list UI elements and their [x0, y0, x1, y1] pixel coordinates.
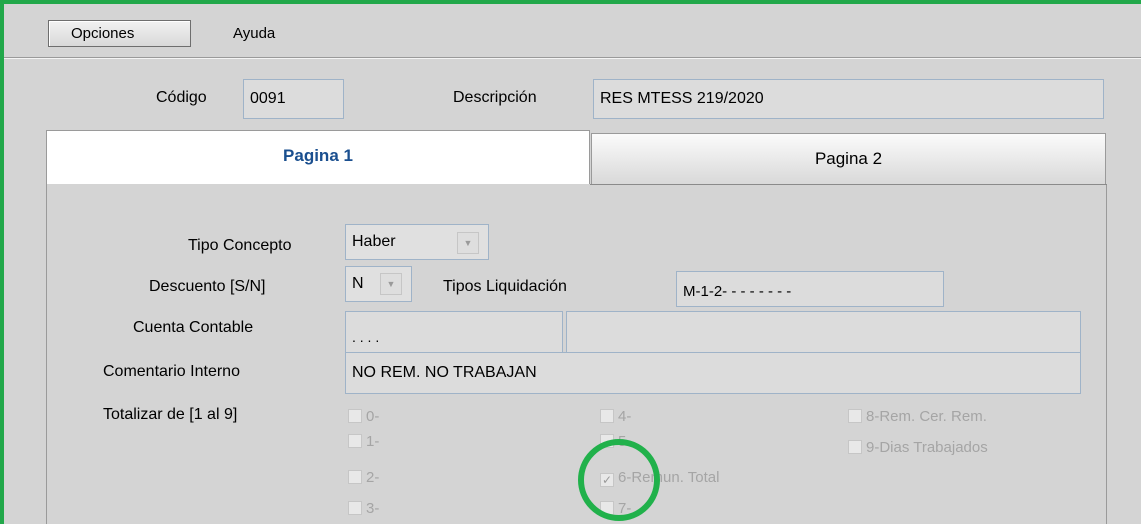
menu-ayuda[interactable]: Ayuda: [233, 20, 275, 47]
tipo-concepto-label: Tipo Concepto: [188, 237, 292, 254]
checkbox-box[interactable]: [348, 434, 362, 448]
cuenta-contable-label: Cuenta Contable: [133, 319, 254, 336]
annotation-border-top: [0, 0, 1141, 4]
tab-pagina-1-label: Pagina 1: [283, 146, 353, 165]
checkbox-label: 3-: [366, 500, 380, 517]
descripcion-label: Descripción: [453, 89, 537, 106]
checkbox-4[interactable]: 4-: [600, 408, 631, 428]
checkbox-box[interactable]: [848, 440, 862, 454]
tab-pagina-1[interactable]: Pagina 1: [46, 130, 590, 184]
annotation-circle: [578, 439, 660, 521]
comentario-interno-field[interactable]: NO REM. NO TRABAJAN: [345, 352, 1081, 394]
descuento-value: N: [352, 275, 364, 292]
checkbox-label: 1-: [366, 433, 380, 450]
descripcion-field[interactable]: RES MTESS 219/2020: [593, 79, 1104, 119]
comentario-interno-label: Comentario Interno: [103, 363, 240, 380]
cuenta-contable-field[interactable]: . . . .: [345, 311, 563, 353]
chevron-down-icon[interactable]: ▼: [457, 232, 479, 254]
codigo-field[interactable]: 0091: [243, 79, 344, 119]
annotation-border-left: [0, 0, 4, 524]
checkbox-box[interactable]: [600, 409, 614, 423]
cuenta-contable-descripcion-field[interactable]: [566, 311, 1081, 353]
menu-ayuda-label: Ayuda: [233, 25, 276, 42]
checkbox-label: 0-: [366, 408, 380, 425]
menu-opciones[interactable]: Opciones: [48, 20, 191, 47]
checkbox-0[interactable]: 0-: [348, 408, 379, 428]
checkbox-2[interactable]: 2-: [348, 469, 379, 489]
checkbox-1[interactable]: 1-: [348, 433, 379, 453]
descuento-label: Descuento [S/N]: [149, 278, 266, 295]
checkbox-9[interactable]: 9-Dias Trabajados: [848, 439, 988, 459]
totalizar-label: Totalizar de [1 al 9]: [103, 406, 238, 423]
checkbox-box[interactable]: [848, 409, 862, 423]
checkbox-label: 9-Dias Trabajados: [866, 439, 988, 456]
checkbox-label: 4-: [618, 408, 632, 425]
checkbox-box[interactable]: [348, 409, 362, 423]
menu-opciones-label: Opciones: [71, 25, 135, 42]
checkbox-3[interactable]: 3-: [348, 500, 379, 520]
checkbox-8[interactable]: 8-Rem. Cer. Rem.: [848, 408, 987, 428]
tipo-concepto-value: Haber: [352, 233, 396, 250]
codigo-label: Código: [156, 89, 207, 106]
menu-separator-highlight: [4, 58, 1141, 59]
tab-pagina-2-label: Pagina 2: [814, 149, 883, 168]
checkbox-box[interactable]: [348, 470, 362, 484]
tab-underline: [590, 184, 1107, 185]
tipos-liquidacion-field[interactable]: M-1-2- - - - - - - -: [676, 271, 944, 307]
checkbox-label: 8-Rem. Cer. Rem.: [866, 408, 987, 425]
tipos-liquidacion-label: Tipos Liquidación: [443, 278, 567, 295]
checkbox-box[interactable]: [348, 501, 362, 515]
tab-pagina-2[interactable]: Pagina 2: [591, 133, 1106, 185]
chevron-down-icon[interactable]: ▼: [380, 273, 402, 295]
checkbox-label: 2-: [366, 469, 380, 486]
application-window: Opciones Ayuda Código 0091 Descripción R…: [0, 0, 1141, 524]
